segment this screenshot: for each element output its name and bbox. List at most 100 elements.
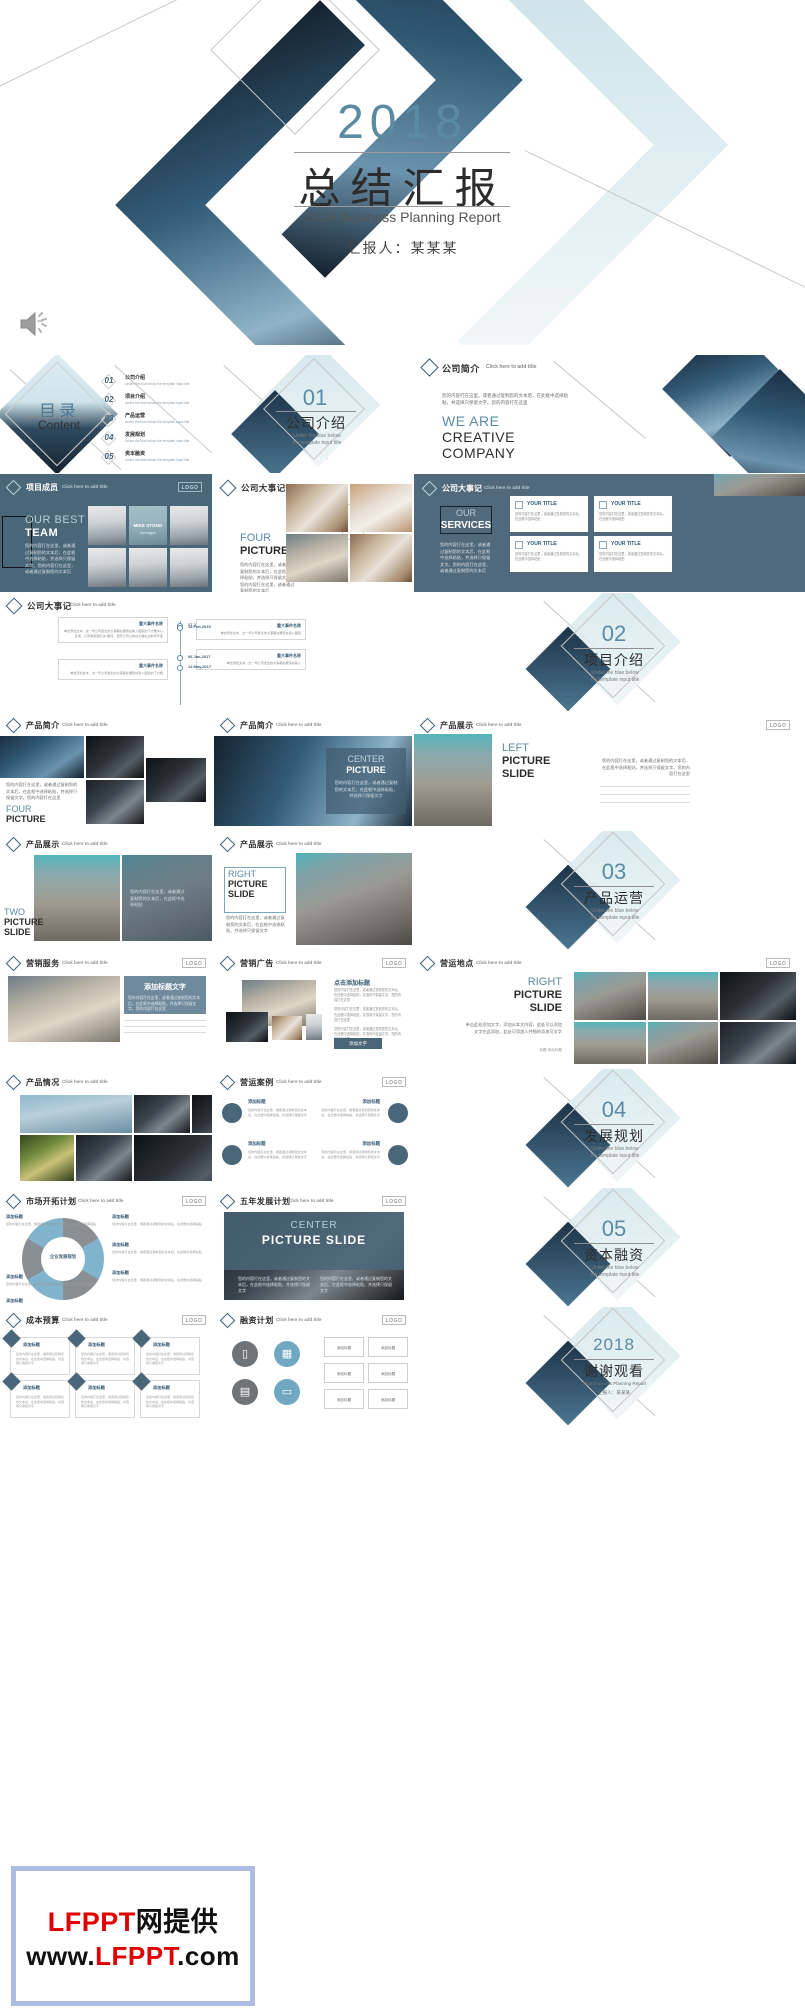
cb-header-hint: Click here to add title — [62, 1317, 108, 1322]
cost-budget-card[interactable]: 添加标题 您的内容打在这里，或者通过复制您的文本后，在此框中选择粘贴，并选择只保… — [2, 1329, 70, 1375]
slide-section-02[interactable]: 02 项目介绍 Under the blue below the templat… — [414, 593, 805, 711]
cp-headline2: CREATIVE — [442, 429, 515, 445]
chart-icon[interactable]: ▦ — [274, 1341, 300, 1367]
watermark-brand: LFPPT — [47, 1907, 136, 1937]
market-plan-item[interactable]: 添加标题 您的内容打在这里，或者通过复制您的文本后，在此框中选择粘贴 — [112, 1270, 204, 1283]
cost-budget-card-body: 您的内容打在这里，或者通过复制您的文本后，在此框中选择粘贴，并选择只保留文字 — [81, 1395, 130, 1408]
toc-item[interactable]: 01 公司介绍 Under the blue below the templat… — [100, 373, 208, 392]
finance-label[interactable]: 添加标题 — [368, 1363, 408, 1383]
finance-label[interactable]: 添加标题 — [324, 1337, 364, 1357]
cb-header-diamond — [5, 1312, 22, 1329]
slide-business-case[interactable]: 营运案例 Click here to add title LOGO 添加标题 您… — [214, 1069, 412, 1187]
fp2-header-title: 融资计划 — [240, 1316, 274, 1325]
toc-item-desc: Under the blue below the template input … — [125, 420, 190, 424]
timeline-event[interactable]: 重大事件名称 单击添加文本，这一年公司发生的大事都在展现在输入图案的下方框中心区… — [58, 617, 168, 643]
slide-section-01[interactable]: 01 公司介绍 Under the blue below the templat… — [214, 355, 412, 473]
cost-budget-card[interactable]: 添加标题 您的内容打在这里，或者通过复制您的文本后，在此框中选择粘贴，并选择只保… — [67, 1329, 135, 1375]
slide-cost-budget[interactable]: 成本预算 Click here to add title LOGO 添加标题 您… — [0, 1307, 212, 1425]
slide-marketing[interactable]: 营销服务 Click here to add title LOGO 添加标题文字… — [0, 950, 212, 1068]
finance-label[interactable]: 添加标题 — [324, 1389, 364, 1409]
toc-item[interactable]: 05 资本融资 Under the blue below the templat… — [100, 449, 208, 468]
timeline-event-list: 重大事件名称 单击添加文本，这一年公司发生的大事都在展现在输入图案的下方框中心区… — [0, 615, 412, 711]
toc-item[interactable]: 03 产品运营 Under the blue below the templat… — [100, 411, 208, 430]
speaker-icon[interactable] — [18, 310, 52, 338]
team-photo — [129, 548, 167, 587]
slide-company-profile[interactable]: 公司简介 Click here to add title 您的内容打在这里，或者… — [414, 355, 805, 473]
cost-budget-card[interactable]: 添加标题 您的内容打在这里，或者通过复制您的文本后，在此框中选择粘贴，并选择只保… — [67, 1372, 135, 1418]
slide-left-picture[interactable]: 产品展示 Click here to add title LOGO LEFT P… — [414, 712, 805, 830]
rp2-header-diamond — [419, 955, 436, 972]
tablet-icon[interactable]: ▤ — [232, 1379, 258, 1405]
business-case-body: 您的内容打在这里，或者通过复制您的文本后，在此框中选择粘贴，并选择只保留文字 — [248, 1108, 307, 1117]
slide-timeline[interactable]: 公司大事记 Click here to add title 重大事件名称 单击添… — [0, 593, 412, 711]
slide-section-04[interactable]: 04 发展规划 Under the blue below the templat… — [414, 1069, 805, 1187]
ad-title: 点击添加标题 — [334, 981, 371, 987]
slide-marketing-ad[interactable]: 营销广告 Click here to add title LOGO 点击添加标题… — [214, 950, 412, 1068]
business-case-item[interactable]: 添加标题 您的内容打在这里，或者通过复制您的文本后，在此框中选择粘贴，并选择只保… — [222, 1097, 312, 1133]
sec05-sub1: Under the blue below — [591, 1265, 639, 1271]
mobile-icon[interactable]: ▯ — [232, 1341, 258, 1367]
cost-budget-grid: 添加标题 您的内容打在这里，或者通过复制您的文本后，在此框中选择粘贴，并选择只保… — [2, 1329, 202, 1419]
finance-label[interactable]: 添加标题 — [368, 1389, 408, 1409]
cost-budget-card[interactable]: 添加标题 您的内容打在这里，或者通过复制您的文本后，在此框中选择粘贴，并选择只保… — [2, 1372, 70, 1418]
sec05-number: 05 — [601, 1216, 627, 1241]
photos-block — [286, 484, 412, 584]
slide-cover[interactable]: 2018 总结汇报 2018 Business Planning Report … — [0, 0, 805, 345]
slide-our-services[interactable]: 公司大事记 Click here to add title OUR SERVIC… — [414, 474, 805, 592]
slide-center-picture[interactable]: 产品简介 Click here to add title CENTER PICT… — [214, 712, 412, 830]
ad-paragraph: 您的内容打在这里，或者通过复制您的文本后，在此框中选择粘贴，并选择只保留文字。您… — [334, 988, 401, 1003]
cost-budget-card[interactable]: 添加标题 您的内容打在这里，或者通过复制您的文本后，在此框中选择粘贴，并选择只保… — [132, 1329, 200, 1375]
monitor-icon[interactable]: ▭ — [274, 1379, 300, 1405]
slide-closing[interactable]: 2018 谢谢观看 2018 Business Planning Report … — [414, 1307, 805, 1425]
business-case-title: 添加标题 — [248, 1099, 266, 1104]
business-case-body: 您的内容打在这里，或者通过复制您的文本后，在此框中选择粘贴，并选择只保留文字 — [321, 1108, 380, 1117]
toc-item[interactable]: 02 项目介绍 Under the blue below the templat… — [100, 392, 208, 411]
finance-label[interactable]: 添加标题 — [368, 1337, 408, 1357]
slide-section-03[interactable]: 03 产品运营 Under the blue below the templat… — [414, 831, 805, 949]
slide-team[interactable]: 项目成员 Click here to add title LOGO OUR BE… — [0, 474, 212, 592]
market-plan-item[interactable]: 添加标题 您的内容打在这里，或者通过复制您的文本后，在此框中选择粘贴 — [112, 1242, 204, 1255]
market-plan-item[interactable]: 添加标题 您的内容打在这里，或者通过复制您的文本后，在此框中选择粘贴 — [6, 1298, 98, 1306]
slide-toc[interactable]: 目录 Content 01 公司介绍 Under the blue below … — [0, 355, 212, 473]
team-header-hint: Click here to add title — [62, 484, 108, 489]
service-card[interactable]: YOUR TITLE 您的内容打在这里，或者通过复制您的文本后，在此框中选择粘贴 — [594, 536, 672, 572]
team-headline2: TEAM — [25, 527, 59, 539]
business-case-item[interactable]: 添加标题 您的内容打在这里，或者通过复制您的文本后，在此框中选择粘贴，并选择只保… — [222, 1139, 312, 1175]
slide-product-four[interactable]: 产品简介 Click here to add title 您的内容打在这里，或者… — [0, 712, 212, 830]
ad-button-label: 添加文字 — [349, 1041, 367, 1046]
slide-right-picture-2[interactable]: 营运地点 Click here to add title LOGO RIGHT … — [414, 950, 805, 1068]
fp-headline1: FOUR — [240, 532, 272, 544]
service-card[interactable]: YOUR TITLE 您的内容打在这里，或者通过复制您的文本后，在此框中选择粘贴 — [594, 496, 672, 532]
rp2-photo-6 — [720, 1022, 796, 1064]
pf-photo-wide — [0, 736, 84, 778]
slide-product-situation[interactable]: 产品情况 Click here to add title — [0, 1069, 212, 1187]
toc-item[interactable]: 04 发展规划 Under the blue below the templat… — [100, 430, 208, 449]
team-photo — [170, 548, 208, 587]
slide-five-year[interactable]: 五年发展计划 Click here to add title LOGO CENT… — [214, 1188, 412, 1306]
slide-right-picture[interactable]: 产品展示 Click here to add title RIGHT PICTU… — [214, 831, 412, 949]
market-plan-item[interactable]: 添加标题 您的内容打在这里，或者通过复制您的文本后，在此框中选择粘贴 — [6, 1274, 98, 1287]
ad-button[interactable]: 添加文字 — [334, 1038, 382, 1049]
business-case-item[interactable]: 添加标题 您的内容打在这里，或者通过复制您的文本后，在此框中选择粘贴，并选择只保… — [318, 1139, 408, 1175]
os-headline2: SERVICES — [440, 520, 492, 531]
timeline-event[interactable]: 重大事件名称 单击添加文本，这一年公司发生的大事都在展现在输入图案的下方框 — [58, 659, 168, 680]
business-case-item[interactable]: 添加标题 您的内容打在这里，或者通过复制您的文本后，在此框中选择粘贴，并选择只保… — [318, 1097, 408, 1133]
service-card[interactable]: YOUR TITLE 您的内容打在这里，或者通过复制您的文本后，在此框中选择粘贴 — [510, 496, 588, 532]
sec01-rule — [276, 411, 356, 412]
slide-section-05[interactable]: 05 资本融资 Under the blue below the templat… — [414, 1188, 805, 1306]
market-plan-item[interactable]: 添加标题 您的内容打在这里，或者通过复制您的文本后，在此框中选择粘贴 — [6, 1214, 98, 1227]
market-plan-item[interactable]: 添加标题 您的内容打在这里，或者通过复制您的文本后，在此框中选择粘贴 — [112, 1214, 204, 1227]
slide-two-picture[interactable]: 产品展示 Click here to add title TWO PICTURE… — [0, 831, 212, 949]
photo-hands — [286, 534, 348, 582]
slide-market-plan[interactable]: 市场开拓计划 Click here to add title LOGO 企业发展… — [0, 1188, 212, 1306]
toc-list: 01 公司介绍 Under the blue below the templat… — [100, 373, 208, 468]
timeline-event[interactable]: 重大事件名称 单击添加文本，这一年公司发生的大事都在展现在输入 — [196, 649, 306, 670]
cost-budget-card[interactable]: 添加标题 您的内容打在这里，或者通过复制您的文本后，在此框中选择粘贴，并选择只保… — [132, 1372, 200, 1418]
timeline-event[interactable]: 重大事件名称 单击添加文本，这一年公司发生的大事都在展现在输入图案 — [196, 619, 306, 640]
service-card[interactable]: YOUR TITLE 您的内容打在这里，或者通过复制您的文本后，在此框中选择粘贴 — [510, 536, 588, 572]
photo-desk — [286, 484, 348, 532]
sec02-sub2: the template input title — [590, 677, 640, 683]
slide-finance-plan[interactable]: 融资计划 Click here to add title LOGO ▯ ▦ ▤ ▭ 添… — [214, 1307, 412, 1425]
cost-budget-card-title: 添加标题 — [23, 1342, 40, 1347]
finance-label[interactable]: 添加标题 — [324, 1363, 364, 1383]
